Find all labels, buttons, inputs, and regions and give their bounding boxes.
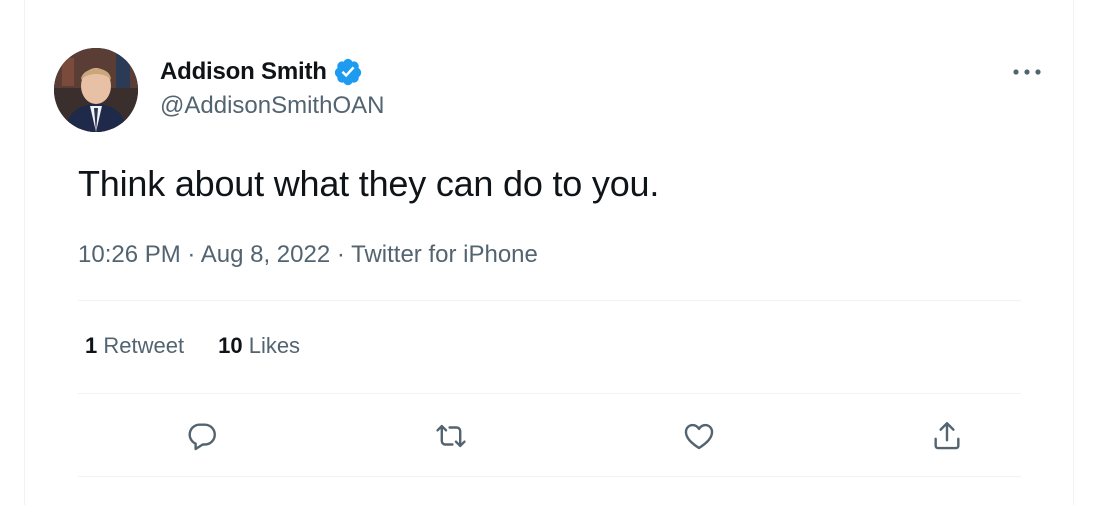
more-options-button[interactable] bbox=[1009, 58, 1045, 86]
meta-separator: · bbox=[336, 241, 345, 268]
tweet-meta: 10:26 PM · Aug 8, 2022 · Twitter for iPh… bbox=[78, 241, 538, 269]
reply-icon bbox=[188, 423, 216, 451]
retweet-count: 1 bbox=[85, 333, 98, 358]
tweet-card: Addison Smith @AddisonSmithOAN Think abo… bbox=[24, 0, 1074, 505]
reply-button[interactable] bbox=[178, 412, 226, 460]
retweet-label: Retweet bbox=[103, 333, 185, 358]
display-name-row: Addison Smith bbox=[160, 57, 384, 87]
user-handle[interactable]: @AddisonSmithOAN bbox=[160, 92, 384, 120]
divider bbox=[78, 393, 1021, 394]
display-name[interactable]: Addison Smith bbox=[160, 58, 327, 86]
tweet-source[interactable]: Twitter for iPhone bbox=[351, 241, 538, 268]
tweet-time[interactable]: 10:26 PM bbox=[78, 241, 181, 268]
like-icon bbox=[684, 423, 714, 450]
tweet-date[interactable]: Aug 8, 2022 bbox=[201, 241, 330, 268]
retweet-icon bbox=[436, 424, 466, 448]
avatar-image bbox=[54, 48, 138, 132]
more-options-icon bbox=[1013, 69, 1041, 75]
tweet-text: Think about what they can do to you. bbox=[78, 163, 660, 204]
tweet-header: Addison Smith @AddisonSmithOAN bbox=[54, 48, 1049, 134]
likes-label: Likes bbox=[248, 333, 301, 358]
likes-count-link[interactable]: 10 Likes bbox=[218, 333, 300, 359]
tweet-actions bbox=[78, 412, 1021, 460]
user-names: Addison Smith @AddisonSmithOAN bbox=[160, 57, 384, 120]
likes-count: 10 bbox=[218, 333, 243, 358]
retweet-count-link[interactable]: 1 Retweet bbox=[85, 333, 184, 359]
avatar[interactable] bbox=[54, 48, 138, 132]
retweet-button[interactable] bbox=[427, 412, 475, 460]
tweet-stats: 1 Retweet 10 Likes bbox=[85, 333, 300, 359]
like-button[interactable] bbox=[675, 412, 723, 460]
divider bbox=[78, 300, 1021, 301]
meta-separator: · bbox=[187, 241, 196, 268]
share-icon bbox=[934, 422, 960, 450]
verified-badge-icon bbox=[333, 57, 363, 87]
share-button[interactable] bbox=[923, 412, 971, 460]
divider bbox=[78, 476, 1021, 477]
